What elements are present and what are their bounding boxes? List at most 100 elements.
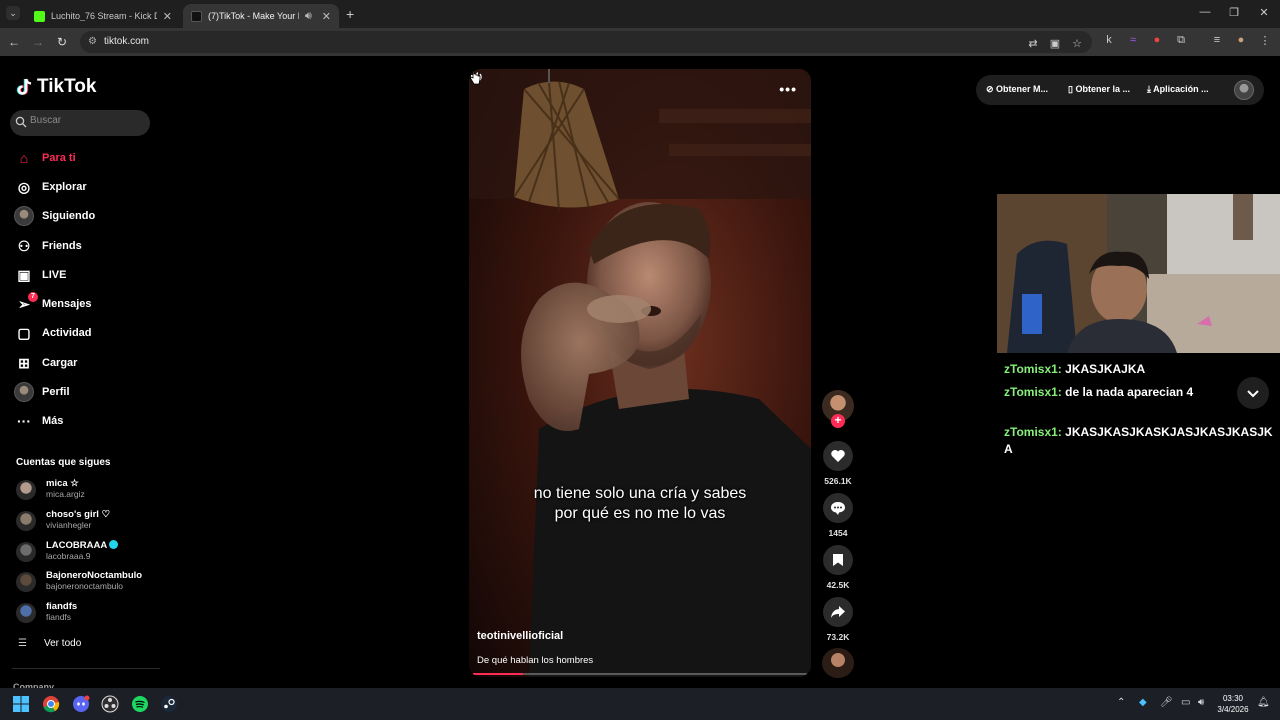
- forward-icon[interactable]: →: [30, 34, 46, 50]
- account-avatar: [16, 572, 36, 592]
- sidebar-item-label: Actividad: [42, 327, 92, 339]
- desktop-app-link[interactable]: ⤓ Aplicación ...: [1147, 84, 1209, 95]
- obs-icon[interactable]: [101, 695, 119, 713]
- sidebar-item-friends[interactable]: ⚇ Friends: [14, 234, 154, 258]
- tiktok-logo[interactable]: TikTok: [16, 76, 96, 98]
- tab-title: Luchito_76 Stream - Kick Dashb: [51, 11, 157, 21]
- tab-search-button[interactable]: ⌄: [6, 6, 20, 20]
- follow-plus-button[interactable]: +: [831, 414, 845, 428]
- video-subtitles: no tiene solo una cría y sabes por qué e…: [469, 484, 811, 524]
- sidebar-item-siguiendo[interactable]: Siguiendo: [14, 204, 154, 228]
- sidebar-item-más[interactable]: ··· Más: [14, 409, 154, 433]
- extension-twitch-icon[interactable]: ≈: [1126, 34, 1140, 46]
- get-coins-link[interactable]: ⊘ Obtener M...: [986, 84, 1048, 95]
- sidebar-item-label: Más: [42, 415, 64, 427]
- sidebar-item-label: Friends: [42, 240, 82, 252]
- windows-start-icon[interactable]: [12, 695, 30, 713]
- live-icon: ▣: [17, 266, 31, 283]
- share-arrow-icon: [831, 606, 845, 618]
- search-input[interactable]: [30, 115, 145, 126]
- user-profile-avatar[interactable]: [1234, 80, 1254, 100]
- upload-icon: ⊞: [18, 354, 30, 371]
- window-close-icon[interactable]: ✕: [1255, 6, 1273, 19]
- comment-button[interactable]: 1454: [822, 493, 854, 538]
- comment-count: 1454: [828, 528, 848, 538]
- account-name: BajoneroNoctambulo: [46, 570, 142, 581]
- activity-icon: ▢: [17, 324, 31, 341]
- microphone-icon[interactable]: 🎤︎: [1160, 697, 1173, 708]
- save-button[interactable]: 42.5K: [822, 545, 854, 590]
- chat-text: JKASJKAJKA: [1065, 362, 1146, 376]
- tray-expand-icon[interactable]: ⌃: [1117, 697, 1125, 708]
- more-options-icon[interactable]: •••: [779, 81, 797, 97]
- spotify-icon[interactable]: [131, 695, 149, 713]
- install-app-icon[interactable]: ▣: [1048, 37, 1062, 50]
- account-avatar: [16, 603, 36, 623]
- sidebar-item-actividad[interactable]: ▢ Actividad: [14, 321, 154, 345]
- extension-red-icon[interactable]: ●: [1150, 34, 1164, 46]
- account-name: LACOBRAAA: [46, 540, 119, 551]
- close-tab-icon[interactable]: ✕: [322, 10, 331, 23]
- see-all-link[interactable]: ☰ Ver todo: [18, 638, 81, 649]
- following-account[interactable]: BajoneroNoctambulo bajoneronoctambulo: [16, 568, 156, 594]
- extension-k-icon[interactable]: k: [1102, 34, 1116, 46]
- close-tab-icon[interactable]: ✕: [163, 10, 172, 23]
- network-icon[interactable]: ▭: [1181, 697, 1190, 708]
- sidebar-item-mensajes[interactable]: ➢ 7 Mensajes: [14, 292, 154, 316]
- video-author[interactable]: teotinivellioficial: [477, 630, 563, 642]
- browser-tab-tiktok[interactable]: (7)TikTok - Make Your Day 🔊︎ ✕: [183, 4, 339, 28]
- translate-icon[interactable]: ⇄: [1026, 37, 1040, 50]
- bookmark-star-icon[interactable]: ☆: [1070, 37, 1084, 50]
- get-coins-label: Obtener M...: [996, 84, 1049, 94]
- account-handle: mica.argiz: [46, 489, 85, 499]
- browser-profile-icon[interactable]: ●: [1234, 34, 1248, 46]
- notification-icon[interactable]: 🔔︎: [1257, 697, 1270, 708]
- account-avatar: [16, 480, 36, 500]
- video-progress-bar[interactable]: [473, 673, 807, 675]
- sidebar-item-live[interactable]: ▣ LIVE: [14, 263, 154, 287]
- browser-toolbar: ← → ↻ ⚙ tiktok.com ⇄ ▣ ☆ k ≈ ● ⧉ ≡ ● ⋮: [0, 28, 1280, 56]
- browser-menu-icon[interactable]: ⋮: [1258, 34, 1272, 47]
- clock-time: 03:30: [1222, 694, 1244, 703]
- scroll-down-button[interactable]: [1237, 377, 1269, 409]
- extensions-puzzle-icon[interactable]: ⧉: [1174, 34, 1188, 47]
- account-name-text: choso's girl ♡: [46, 509, 111, 520]
- chat-username: zTomisx1:: [1004, 425, 1062, 439]
- chat-message: zTomisx1: JKASJKASJKASKJASJKASJKASJKA: [1004, 424, 1276, 458]
- new-tab-button[interactable]: +: [346, 6, 354, 22]
- search-box[interactable]: [10, 110, 150, 136]
- minimize-icon[interactable]: —: [1196, 6, 1214, 18]
- sidebar-item-para-ti[interactable]: ⌂ Para ti: [14, 146, 154, 170]
- sound-disc-avatar[interactable]: [822, 648, 854, 678]
- steam-icon[interactable]: [160, 695, 178, 713]
- system-clock[interactable]: 03:30 3/4/2026: [1216, 693, 1250, 715]
- security-tray-icon[interactable]: ◆: [1139, 697, 1147, 708]
- tab-audio-icon[interactable]: 🔊︎: [305, 10, 312, 23]
- chrome-icon[interactable]: [42, 695, 60, 713]
- get-app-link[interactable]: ▯ Obtener la ...: [1068, 84, 1130, 95]
- following-account[interactable]: choso's girl ♡ vivianhegler: [16, 507, 156, 533]
- video-progress-fill: [473, 673, 524, 675]
- sidebar-item-cargar[interactable]: ⊞ Cargar: [14, 351, 154, 375]
- speaker-icon[interactable]: 🔊︎: [1198, 697, 1204, 708]
- logo-text: TikTok: [37, 76, 97, 97]
- following-account[interactable]: mica ☆ mica.argiz: [16, 476, 156, 502]
- url-text[interactable]: tiktok.com: [104, 36, 149, 47]
- following-account[interactable]: LACOBRAAA lacobraaa.9: [16, 538, 156, 564]
- reload-icon[interactable]: ↻: [54, 34, 70, 50]
- video-player[interactable]: ••• no tiene solo una cría y sabes por q…: [469, 69, 811, 677]
- back-icon[interactable]: ←: [6, 34, 22, 50]
- share-button[interactable]: 73.2K: [822, 597, 854, 642]
- restore-icon[interactable]: ❐: [1225, 6, 1243, 19]
- account-avatar: [16, 542, 36, 562]
- sidebar-item-explorar[interactable]: ◎ Explorar: [14, 175, 154, 199]
- sidebar-item-perfil[interactable]: Perfil: [14, 380, 154, 404]
- following-account[interactable]: fiandfs fiandfs: [16, 599, 156, 625]
- address-bar[interactable]: ⚙ tiktok.com ⇄ ▣ ☆: [80, 31, 1092, 53]
- hand-cursor-icon: [470, 69, 481, 85]
- site-info-icon[interactable]: ⚙: [88, 36, 97, 47]
- like-button[interactable]: 526.1K: [822, 441, 854, 486]
- media-controls-icon[interactable]: ≡: [1210, 34, 1224, 46]
- browser-tab-kick[interactable]: Luchito_76 Stream - Kick Dashb ✕: [26, 4, 180, 28]
- discord-icon[interactable]: [72, 695, 90, 713]
